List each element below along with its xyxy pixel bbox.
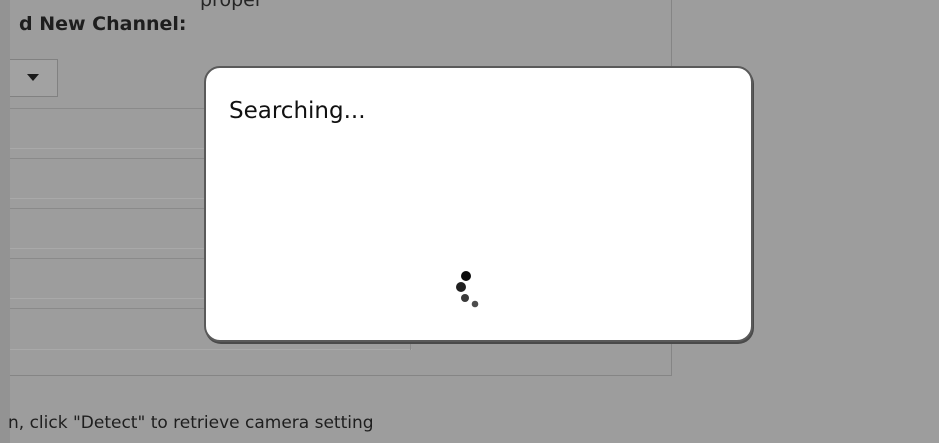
field-3-top bbox=[10, 208, 210, 209]
left-strip bbox=[0, 0, 10, 443]
dialog-title: Searching... bbox=[229, 98, 366, 124]
field-1-top bbox=[10, 108, 210, 109]
field-5-bottom bbox=[10, 349, 412, 350]
field-5-top bbox=[10, 308, 210, 309]
chevron-down-icon bbox=[27, 74, 39, 81]
searching-dialog: Searching... bbox=[204, 66, 753, 342]
detect-hint-text: n, click "Detect" to retrieve camera set… bbox=[8, 413, 374, 433]
field-4-bottom bbox=[10, 298, 210, 299]
field-4-top bbox=[10, 258, 210, 259]
loading-spinner-icon bbox=[456, 271, 479, 308]
channel-type-select[interactable] bbox=[10, 59, 58, 97]
field-2-bottom bbox=[10, 198, 210, 199]
field-2-top bbox=[10, 158, 210, 159]
field-3-bottom bbox=[10, 248, 210, 249]
page: proper d New Channel: n, click "Detect" … bbox=[0, 0, 939, 443]
field-1-bottom bbox=[10, 148, 210, 149]
panel-title: d New Channel: bbox=[19, 13, 187, 35]
